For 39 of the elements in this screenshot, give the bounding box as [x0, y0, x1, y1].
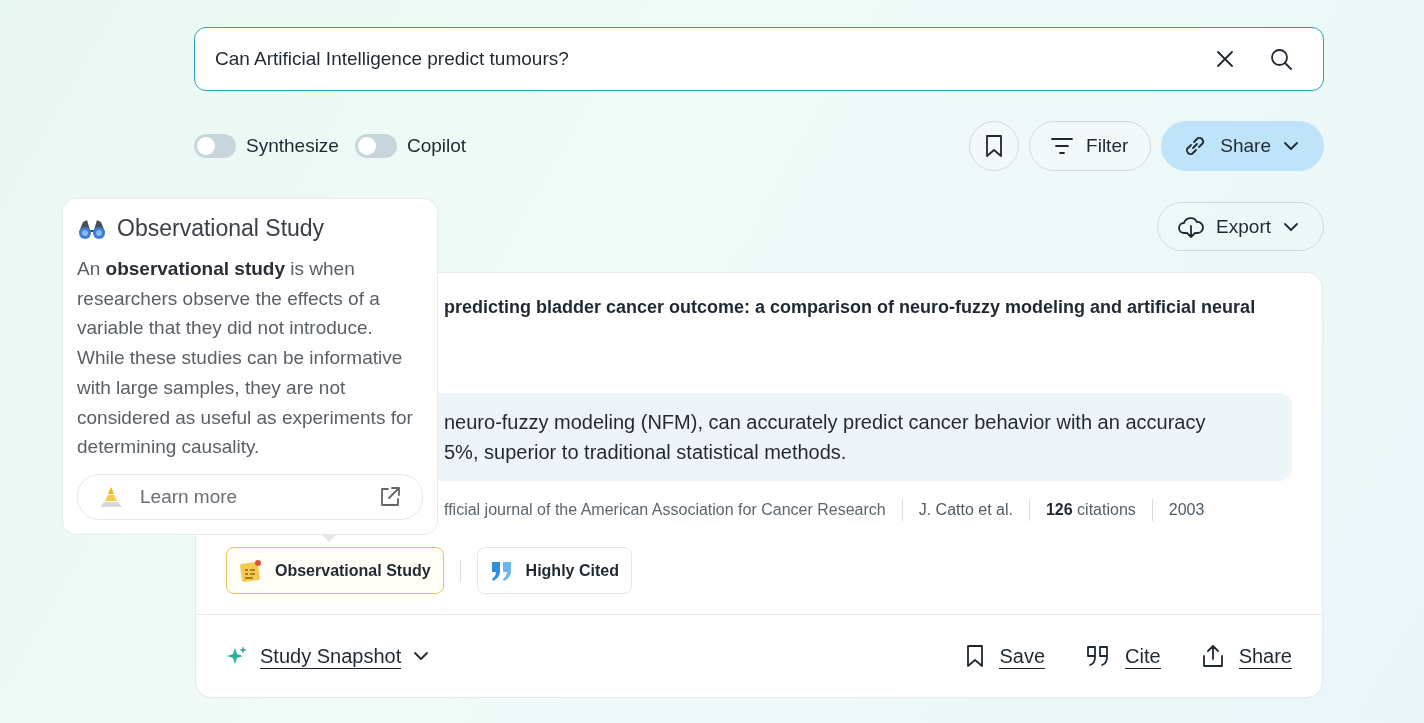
toggle-switch[interactable]: [194, 134, 236, 158]
study-snapshot-link[interactable]: Study Snapshot: [260, 643, 402, 669]
chevron-down-icon: [1283, 141, 1299, 151]
abstract-text: 5%, superior to traditional statistical methods.: [444, 440, 848, 465]
binoculars-icon: [77, 217, 107, 240]
journal-name[interactable]: fficial journal of the American Association for Cancer Research: [444, 501, 886, 519]
external-link-icon[interactable]: [378, 484, 402, 509]
share-link[interactable]: Share: [1238, 643, 1292, 669]
search-icon[interactable]: [1269, 47, 1293, 71]
popover-text: An observational study is when researchers observe the effects of a variable that they did not introduce. While these studies can be informative with large samples, they are not considered as useful as experiments for determining causality.: [77, 257, 414, 460]
tag-chip[interactable]: Observational Study: [226, 547, 444, 594]
bookmark-icon: [984, 134, 1005, 158]
bookmark-button[interactable]: [969, 121, 1020, 171]
publication-year: 2003: [1168, 501, 1205, 519]
search-input[interactable]: Can Artificial Intelligence predict tumours?: [215, 48, 1181, 70]
chevron-down-icon: [1283, 221, 1299, 232]
share-button[interactable]: Share: [1161, 121, 1324, 171]
notepad-icon: [239, 558, 263, 583]
chevron-down-icon: [413, 651, 430, 661]
toggle-label: Copilot: [406, 135, 467, 157]
search-field[interactable]: Can Artificial Intelligence predict tumours?: [194, 27, 1324, 91]
citation-count: 126 citations: [1045, 501, 1136, 519]
save-link[interactable]: Save: [999, 643, 1046, 669]
toggle-switch[interactable]: [354, 134, 397, 158]
close-icon[interactable]: [1215, 49, 1235, 69]
filter-button[interactable]: Filter: [1029, 121, 1152, 171]
toggle-label: Synthesize: [246, 135, 339, 157]
popover-title: Observational Study: [117, 215, 325, 242]
learn-more-link[interactable]: Learn more: [77, 473, 423, 520]
filter-icon: [1050, 137, 1075, 155]
pyramid-icon: [98, 485, 124, 508]
bookmark-icon: [965, 644, 986, 668]
quote-icon: [489, 559, 514, 582]
tag-chip[interactable]: Highly Cited: [476, 547, 632, 594]
cite-link[interactable]: Cite: [1125, 643, 1161, 669]
share-icon: [1200, 643, 1225, 669]
abstract-text: neuro-fuzzy modeling (NFM), can accurately predict cancer behavior with an accuracy: [444, 410, 1207, 435]
cloud-download-icon: [1178, 214, 1205, 239]
authors-text: J. Catto et al.: [918, 501, 1013, 519]
